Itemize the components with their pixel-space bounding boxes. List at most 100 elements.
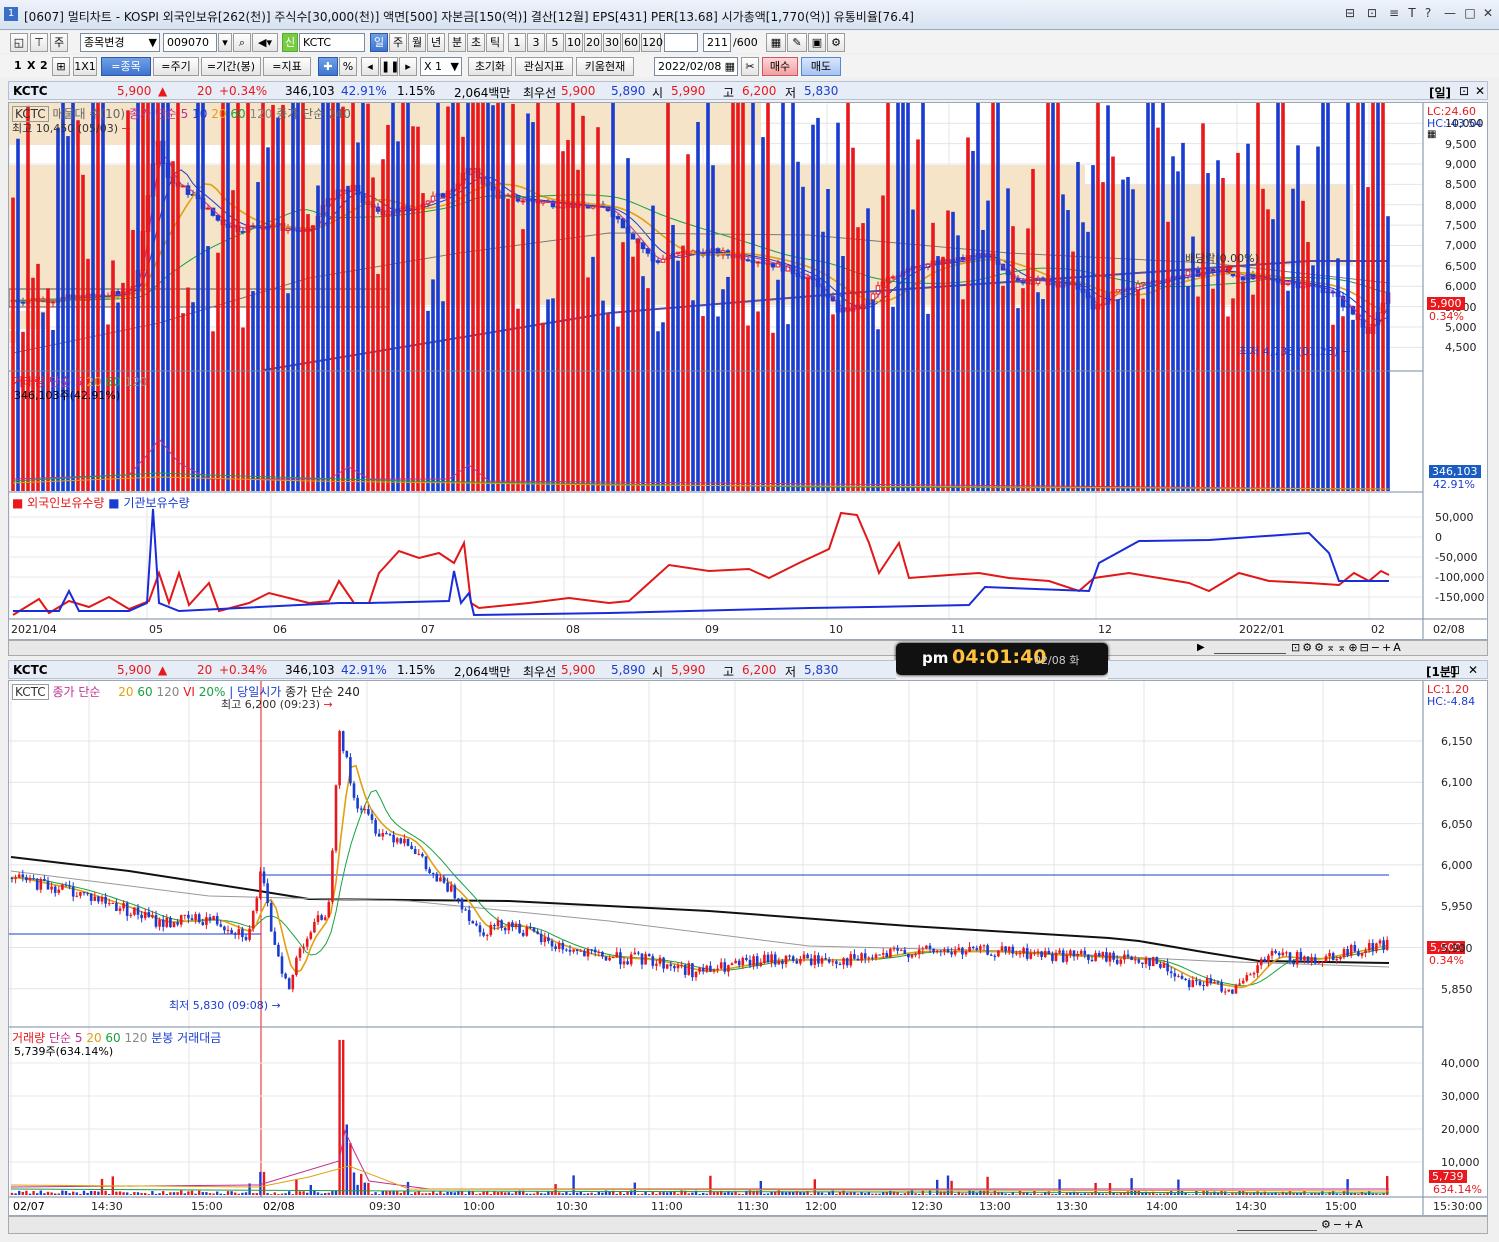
minute-candle — [619, 952, 622, 965]
sell-button[interactable]: 매도 — [801, 57, 841, 76]
daily-price-axis-label: 6,500 — [1445, 259, 1477, 273]
num-10[interactable]: 10 — [565, 33, 583, 52]
draw-icon[interactable]: ✎ — [787, 33, 807, 52]
layout-2[interactable]: 2 — [40, 59, 48, 72]
window-link-icon[interactable]: ⊡ — [1364, 6, 1380, 22]
minute-candle — [1317, 962, 1321, 964]
window-tile-icon[interactable]: ⊟ — [1342, 6, 1358, 22]
prev-icon[interactable]: ◂ — [361, 57, 379, 76]
panel-close-icon[interactable]: ✕ — [1468, 663, 1478, 677]
panel-close-icon[interactable]: ✕ — [1475, 84, 1485, 98]
save-icon[interactable]: ▣ — [808, 33, 826, 52]
minute-zoom-slider[interactable] — [1237, 1219, 1317, 1231]
tab-period[interactable]: =주기 — [153, 57, 199, 76]
zoom-slider[interactable] — [1214, 642, 1286, 654]
minute-volume-bar — [1371, 1193, 1374, 1195]
chart-tool-icons[interactable]: ⊡⚙⚙⌅⌅⊕⊟−+A — [1291, 641, 1403, 654]
scroll-right-icon[interactable]: ▶ — [1197, 642, 1205, 653]
crosshair-icon[interactable]: ✚ — [318, 57, 338, 76]
num-1[interactable]: 1 — [508, 33, 526, 52]
reset-button[interactable]: 초기화 — [468, 57, 512, 76]
daily-date-label: 2021/04 — [11, 623, 57, 636]
daily-volume-bar — [1306, 242, 1310, 491]
custom-period-input[interactable] — [664, 33, 698, 52]
minute-volume-bar — [864, 1193, 867, 1195]
layout-1x1-button[interactable]: 1X1 — [73, 57, 97, 76]
menu-icon[interactable]: ≡ — [1386, 6, 1402, 22]
kiwoom-current-button[interactable]: 키움현재 — [576, 57, 634, 76]
tab-stock[interactable]: =종목 — [101, 57, 151, 76]
minute-chart-svg[interactable] — [9, 681, 1487, 1215]
scissors-icon[interactable]: ✂ — [741, 57, 759, 76]
screen-icon[interactable]: ◱ — [10, 33, 28, 52]
help-icon[interactable]: ? — [1420, 6, 1436, 22]
minute-candle — [590, 949, 593, 951]
num-60[interactable]: 60 — [622, 33, 640, 52]
daily-chart-svg[interactable] — [9, 103, 1487, 639]
minute-volume-bar — [43, 1193, 46, 1195]
stock-code-input[interactable]: 009070 — [163, 33, 217, 52]
daily-scrollbar[interactable]: ▶ ⊡⚙⚙⌅⌅⊕⊟−+A — [8, 640, 1488, 656]
pin-icon[interactable]: ⊤ — [30, 33, 48, 52]
num-3[interactable]: 3 — [527, 33, 545, 52]
next-icon[interactable]: ▸ — [399, 57, 417, 76]
period-month[interactable]: 월 — [408, 33, 426, 52]
minute-candle — [309, 932, 313, 939]
layout-1[interactable]: 1 — [14, 59, 22, 72]
daily-volume-bar — [401, 103, 405, 491]
minimize-button[interactable]: — — [1442, 6, 1458, 22]
tab-range[interactable]: =기간(봉) — [201, 57, 261, 76]
daily-chart-panel[interactable]: KCTC 매물대 수(10) 종가 단순 5 10 20 60 120 종가 단… — [8, 102, 1488, 640]
period-second[interactable]: 초 — [467, 33, 485, 52]
calendar-icon[interactable]: ▦ — [725, 58, 735, 75]
period-week[interactable]: 주 — [389, 33, 407, 52]
gear-icon[interactable]: ⚙ — [827, 33, 845, 52]
num-5[interactable]: 5 — [546, 33, 564, 52]
daily-scale-icon[interactable]: ▦ — [1427, 129, 1436, 140]
num-20[interactable]: 20 — [584, 33, 602, 52]
date-input[interactable]: 2022/02/08 ▦ — [654, 57, 738, 76]
grid-icon[interactable]: ▦ — [766, 33, 786, 52]
minute-candle — [709, 965, 712, 972]
panel-restore-icon[interactable]: ⊡ — [1459, 84, 1469, 98]
search-icon[interactable]: ⌕ — [233, 33, 251, 52]
bar-count-input[interactable]: 211 — [703, 33, 731, 52]
minute-volume-bar — [147, 1194, 150, 1195]
mode-selector[interactable]: 주 — [50, 33, 68, 52]
speaker-icon[interactable]: ◀▾ — [252, 33, 278, 52]
code-dropdown-icon[interactable]: ▾ — [218, 33, 232, 52]
daily-candle — [205, 207, 211, 210]
minute-candle — [287, 978, 291, 990]
minute-tool-icons[interactable]: ⚙−+A — [1321, 1218, 1365, 1231]
panel-restore-icon[interactable]: ⊡ — [1450, 663, 1460, 677]
minute-chart-panel[interactable]: KCTC 종가 단순 20 60 120 VI 20% | 당일시가 종가 단순… — [8, 680, 1488, 1216]
percent-button[interactable]: % — [339, 57, 357, 76]
tab-indicator[interactable]: =지표 — [263, 57, 311, 76]
maximize-button[interactable]: □ — [1462, 6, 1478, 22]
num-30[interactable]: 30 — [603, 33, 621, 52]
minute-volume-bar — [100, 1178, 104, 1195]
daily-volume-bar — [616, 326, 620, 491]
period-minute[interactable]: 분 — [448, 33, 466, 52]
pause-icon[interactable]: ❚❚ — [380, 57, 399, 76]
minute-candle — [889, 948, 892, 958]
minute-candle — [763, 954, 766, 963]
period-year[interactable]: 년 — [427, 33, 445, 52]
period-tick[interactable]: 틱 — [486, 33, 504, 52]
minute-volume-bar — [180, 1190, 183, 1195]
stock-change-dropdown[interactable]: 종목변경 ▼ — [80, 33, 160, 52]
interest-indicator-button[interactable]: 관심지표 — [515, 57, 573, 76]
minute-candle — [561, 942, 565, 950]
buy-button[interactable]: 매수 — [762, 57, 798, 76]
multiplier-select[interactable]: X 1 ▼ — [420, 57, 462, 76]
font-icon[interactable]: T — [1404, 6, 1420, 22]
layout-x[interactable]: X — [27, 59, 35, 72]
daily-volume-bar — [191, 302, 195, 491]
layout-grid-icon[interactable]: ⊞ — [52, 57, 70, 76]
close-button[interactable]: ✕ — [1480, 6, 1496, 22]
minute-volume-bar — [1119, 1193, 1122, 1195]
minute-scrollbar[interactable]: ⚙−+A — [8, 1216, 1488, 1234]
minute-volume-bar — [1000, 1192, 1004, 1195]
period-day[interactable]: 일 — [370, 33, 388, 52]
num-120[interactable]: 120 — [641, 33, 663, 52]
